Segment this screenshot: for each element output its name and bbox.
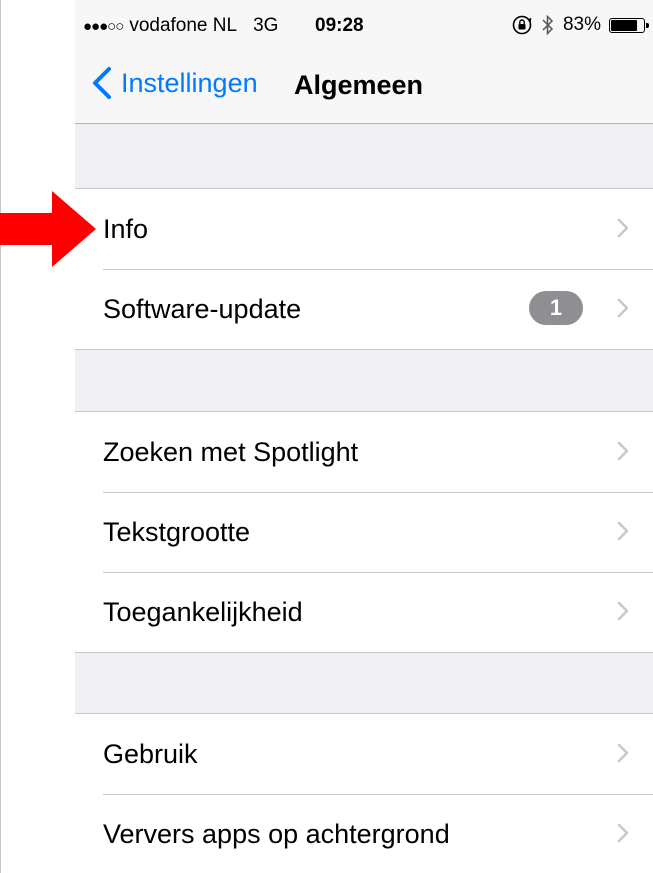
carrier-name: vodafone NL <box>129 15 238 36</box>
settings-group-3: Gebruik Ververs apps op achtergrond <box>75 713 653 873</box>
red-arrow-icon <box>0 191 96 267</box>
navigation-bar: Instellingen Algemeen <box>75 52 653 124</box>
cell-label: Info <box>103 214 149 244</box>
settings-group-1: Info Software-update 1 <box>75 188 653 350</box>
cell-label: Ververs apps op achtergrond <box>103 819 450 849</box>
chevron-right-icon <box>617 601 629 621</box>
cell-label: Toegankelijkheid <box>103 597 303 627</box>
phone-screen: ●●●○○ vodafone NL 3G 09:28 83% Instellin… <box>75 0 653 873</box>
status-bar: ●●●○○ vodafone NL 3G 09:28 83% <box>75 0 653 52</box>
cell-spotlight-search[interactable]: Zoeken met Spotlight <box>75 412 653 492</box>
battery-icon <box>609 17 649 33</box>
cell-label: Zoeken met Spotlight <box>103 437 359 467</box>
rotation-lock-icon <box>512 15 532 35</box>
cell-software-update[interactable]: Software-update 1 <box>75 269 653 349</box>
chevron-left-icon <box>93 67 111 99</box>
back-button-label: Instellingen <box>121 67 258 98</box>
network-type: 3G <box>253 15 279 36</box>
frame-border <box>0 0 1 873</box>
chevron-right-icon <box>617 521 629 541</box>
bluetooth-icon <box>542 14 554 36</box>
chevron-right-icon <box>617 823 629 843</box>
cell-background-app-refresh[interactable]: Ververs apps op achtergrond <box>75 794 653 873</box>
cell-label: Gebruik <box>103 739 198 769</box>
chevron-right-icon <box>617 298 629 318</box>
chevron-right-icon <box>617 441 629 461</box>
cell-usage[interactable]: Gebruik <box>75 714 653 794</box>
status-time: 09:28 <box>315 15 364 36</box>
battery-level <box>611 19 638 31</box>
battery-percentage: 83% <box>562 14 601 35</box>
cell-text-size[interactable]: Tekstgrootte <box>75 492 653 572</box>
cell-label: Software-update <box>103 294 302 324</box>
cell-label: Tekstgrootte <box>103 517 251 547</box>
cell-accessibility[interactable]: Toegankelijkheid <box>75 572 653 652</box>
chevron-right-icon <box>617 743 629 763</box>
back-button[interactable]: Instellingen <box>89 66 258 100</box>
page-title: Algemeen <box>294 70 424 100</box>
settings-group-2: Zoeken met Spotlight Tekstgrootte Toegan… <box>75 411 653 653</box>
chevron-right-icon <box>617 218 629 238</box>
signal-strength-icon: ●●●○○ <box>83 17 124 35</box>
update-count-badge: 1 <box>529 291 583 325</box>
cell-info[interactable]: Info <box>75 189 653 269</box>
